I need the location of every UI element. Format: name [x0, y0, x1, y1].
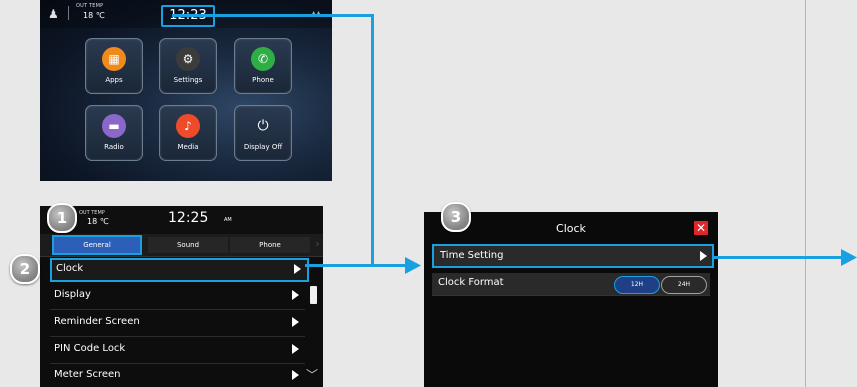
step-badge-3: 3	[441, 202, 471, 232]
arrow-right-icon	[841, 249, 857, 266]
page-divider	[805, 0, 806, 387]
arrow-right-icon	[405, 257, 421, 274]
apps-grid-icon: ▦	[102, 47, 126, 71]
out-temp-value: 18 ℃	[83, 11, 105, 20]
step-badge-1: 1	[47, 203, 77, 233]
settings-clock: 12:25	[168, 210, 209, 226]
clock-dialog: Clock ✕ Time Setting Clock Format 12H 24…	[424, 212, 718, 387]
arrow-right-icon	[292, 290, 299, 300]
arrow-right-icon	[292, 317, 299, 327]
settings-tabs: General Sound Phone ›	[40, 234, 323, 257]
out-temp-label: OUT TEMP	[79, 210, 105, 216]
format-12h-button[interactable]: 12H	[614, 276, 660, 294]
tab-phone[interactable]: Phone	[230, 237, 310, 253]
status-divider	[68, 6, 69, 20]
page-indicator	[170, 171, 198, 181]
arrow-right-icon	[292, 344, 299, 354]
clock-format-label: Clock Format	[438, 277, 504, 288]
settings-ampm: AM	[224, 217, 232, 223]
menu-item-clock[interactable]: Clock	[50, 258, 309, 282]
apps-tile[interactable]: ▦ Apps	[85, 38, 143, 94]
menu-item-label: Clock	[56, 263, 84, 274]
time-setting-row[interactable]: Time Setting	[432, 244, 714, 268]
power-icon: ⏻	[257, 118, 269, 134]
radio-icon: ▬	[102, 114, 126, 138]
time-setting-label: Time Setting	[440, 250, 504, 261]
connector-line	[713, 256, 843, 259]
media-tile[interactable]: ♪ Media	[159, 105, 217, 161]
phone-label: Phone	[252, 76, 274, 84]
out-temp-label: OUT TEMP	[76, 3, 104, 9]
user-icon[interactable]: ♟	[48, 7, 62, 21]
gear-icon: ⚙	[176, 47, 200, 71]
clock-format-row: Clock Format 12H 24H	[432, 273, 710, 296]
scrollbar-thumb[interactable]	[310, 286, 317, 304]
chevron-right-icon[interactable]: ›	[312, 237, 323, 253]
chevron-down-icon[interactable]: ﹀	[306, 366, 318, 383]
arrow-right-icon	[292, 370, 299, 380]
radio-label: Radio	[104, 143, 124, 151]
settings-screen: OUT TEMP 18 ℃ 12:25 AM General Sound Pho…	[40, 206, 323, 387]
menu-item-label: Reminder Screen	[54, 316, 140, 327]
connector-line	[305, 264, 408, 267]
step-badge-2: 2	[10, 254, 40, 284]
phone-icon: ✆	[251, 47, 275, 71]
menu-item-label: Display	[54, 289, 91, 300]
menu-item-display[interactable]: Display	[50, 283, 305, 310]
display-off-label: Display Off	[243, 143, 283, 151]
settings-header: OUT TEMP 18 ℃ 12:25 AM	[40, 206, 323, 234]
display-off-tile[interactable]: ⏻ Display Off	[234, 105, 292, 161]
format-24h-button[interactable]: 24H	[661, 276, 707, 294]
home-screen: ♟ OUT TEMP 18 ℃ 12:23 ▴ ▴ ▦ Apps ⚙ Setti…	[40, 0, 332, 181]
connector-line	[371, 14, 374, 266]
settings-tile[interactable]: ⚙ Settings	[159, 38, 217, 94]
connector-line	[172, 14, 374, 17]
settings-label: Settings	[173, 76, 203, 84]
media-label: Media	[177, 143, 199, 151]
menu-item-label: PIN Code Lock	[54, 343, 126, 354]
menu-item-pin-code-lock[interactable]: PIN Code Lock	[50, 337, 305, 364]
tab-sound[interactable]: Sound	[148, 237, 228, 253]
menu-item-label: Meter Screen	[54, 369, 121, 380]
phone-tile[interactable]: ✆ Phone	[234, 38, 292, 94]
out-temp-value: 18 ℃	[87, 217, 109, 226]
menu-item-reminder-screen[interactable]: Reminder Screen	[50, 310, 305, 337]
arrow-right-icon	[700, 251, 707, 261]
radio-tile[interactable]: ▬ Radio	[85, 105, 143, 161]
tab-general[interactable]: General	[52, 235, 142, 255]
music-note-icon: ♪	[176, 114, 200, 138]
arrow-right-icon	[294, 264, 301, 274]
menu-item-meter-screen[interactable]: Meter Screen	[50, 363, 305, 387]
apps-label: Apps	[105, 76, 123, 84]
close-icon[interactable]: ✕	[694, 221, 708, 235]
